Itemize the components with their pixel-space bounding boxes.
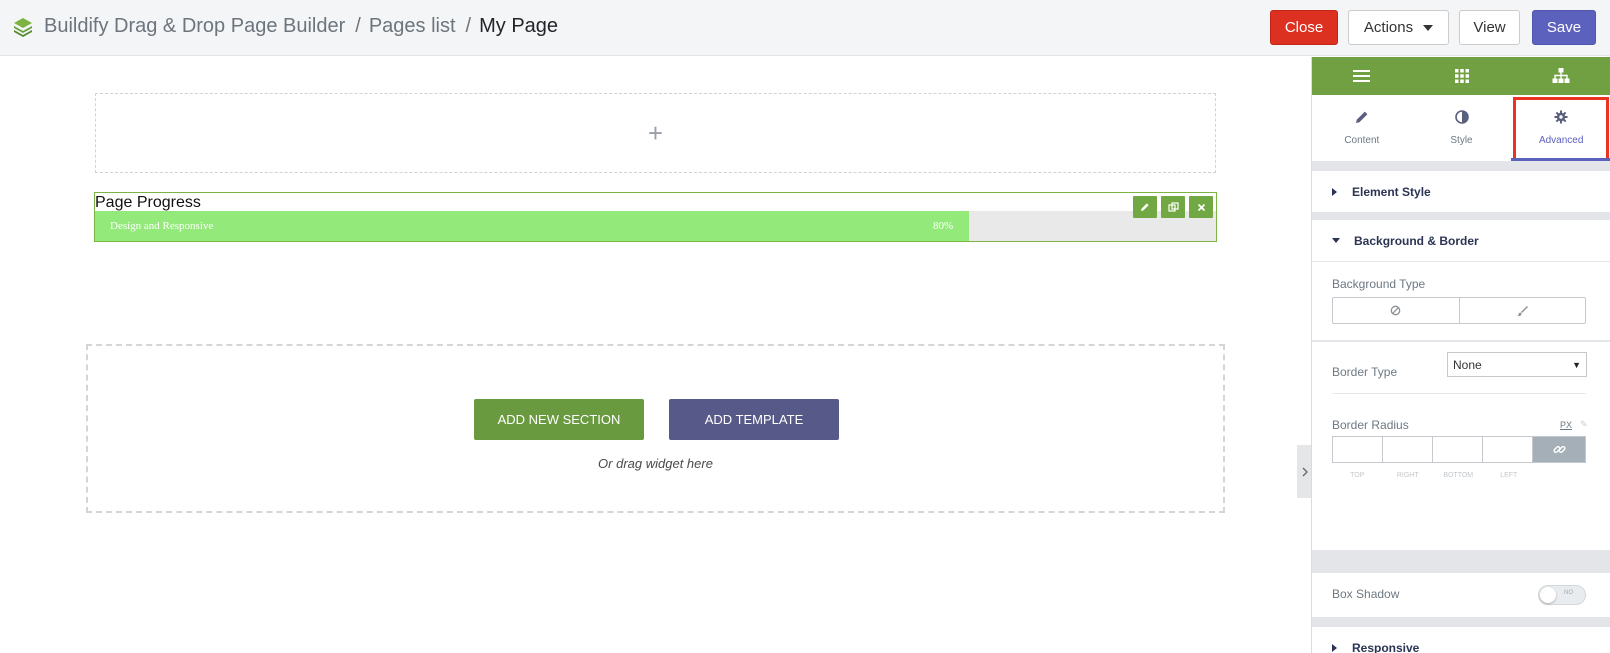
- box-shadow-toggle[interactable]: NO: [1538, 585, 1586, 605]
- section-responsive-label: Responsive: [1352, 640, 1420, 653]
- section-element-style[interactable]: Element Style: [1312, 171, 1610, 212]
- actions-dropdown-button[interactable]: Actions: [1348, 10, 1449, 45]
- progress-bar-fill: Design and Responsive 80%: [95, 211, 969, 241]
- view-button[interactable]: View: [1459, 10, 1520, 45]
- breadcrumb-separator: /: [355, 15, 361, 37]
- border-radius-label: Border Radius: [1332, 418, 1409, 432]
- dim-label-bottom: BOTTOM: [1443, 472, 1474, 479]
- save-button[interactable]: Save: [1532, 10, 1596, 45]
- drag-hint: Or drag widget here: [598, 456, 713, 471]
- radius-right-input[interactable]: [1383, 437, 1433, 462]
- menu-icon[interactable]: [1312, 57, 1412, 95]
- view-button-label: View: [1473, 19, 1506, 36]
- widget-title: Page Progress: [95, 194, 201, 211]
- panel-tabs: Content Style Advanced: [1312, 95, 1610, 161]
- divider: [1332, 393, 1586, 394]
- actions-button-label: Actions: [1363, 19, 1414, 36]
- border-controls: Border Type None ▼ Border Radius PX ✎ TO…: [1312, 342, 1610, 550]
- tab-content[interactable]: Content: [1312, 95, 1412, 161]
- ban-icon: [1390, 305, 1401, 316]
- radius-bottom-input[interactable]: [1433, 437, 1483, 462]
- border-type-label: Border Type: [1332, 365, 1398, 379]
- unit-edit-icon: ✎: [1580, 419, 1588, 429]
- box-shadow-label: Box Shadow: [1332, 587, 1400, 601]
- widget-toolbar: [1133, 196, 1213, 218]
- add-template-label: ADD TEMPLATE: [704, 412, 804, 427]
- breadcrumb: Buildify Drag & Drop Page Builder / Page…: [12, 15, 558, 38]
- progress-widget[interactable]: Page Progress Design and Responsive 80%: [94, 192, 1217, 242]
- border-radius-inputs: [1332, 436, 1586, 463]
- dim-label-right: RIGHT: [1396, 472, 1419, 479]
- tab-advanced[interactable]: Advanced: [1511, 95, 1610, 161]
- radius-left-input[interactable]: [1483, 437, 1533, 462]
- editor-panel: Content Style Advanced Element Style Bac…: [1311, 57, 1610, 653]
- add-new-section-label: ADD NEW SECTION: [497, 412, 621, 427]
- panel-nav: [1312, 57, 1610, 95]
- background-type-choices: [1332, 297, 1586, 324]
- dim-label-top: TOP: [1350, 472, 1365, 479]
- progress-bar-track: Design and Responsive 80%: [95, 211, 1216, 241]
- panel-collapse-handle[interactable]: [1297, 445, 1312, 498]
- toggle-knob: [1540, 587, 1556, 603]
- page-title: My Page: [479, 15, 559, 37]
- section-responsive[interactable]: Responsive: [1312, 627, 1610, 653]
- plus-icon[interactable]: +: [648, 120, 663, 146]
- border-type-select[interactable]: None ▼: [1447, 352, 1587, 377]
- unit-px-option[interactable]: PX: [1560, 420, 1572, 430]
- pages-list-link[interactable]: Pages list: [369, 15, 456, 38]
- section-background-border-label: Background & Border: [1354, 233, 1479, 248]
- toggle-state-text: NO: [1564, 590, 1573, 596]
- pencil-icon: [1355, 110, 1369, 127]
- caret-right-icon: [1332, 643, 1337, 652]
- add-section-area[interactable]: ADD NEW SECTION ADD TEMPLATE Or drag wid…: [86, 344, 1225, 513]
- progress-percent: 80%: [933, 220, 954, 232]
- caret-down-icon: [1332, 238, 1340, 243]
- tab-style-label: Style: [1450, 135, 1473, 146]
- link-values-icon[interactable]: [1533, 437, 1585, 462]
- widgets-grid-icon[interactable]: [1412, 57, 1512, 95]
- caret-down-icon: [1423, 24, 1434, 31]
- box-shadow-control: Box Shadow NO: [1312, 573, 1610, 617]
- background-type-control: Background Type: [1312, 262, 1610, 340]
- section-element-style-label: Element Style: [1352, 184, 1431, 199]
- radius-top-input[interactable]: [1333, 437, 1383, 462]
- breadcrumb-separator: /: [465, 15, 472, 37]
- delete-icon[interactable]: [1189, 196, 1213, 218]
- radius-dimension-labels: TOP RIGHT BOTTOM LEFT: [1332, 472, 1586, 479]
- close-button-label: Close: [1284, 19, 1324, 36]
- background-type-label: Background Type: [1332, 277, 1426, 291]
- navigator-sitemap-icon[interactable]: [1511, 57, 1610, 95]
- progress-bar-label: Design and Responsive: [110, 220, 214, 232]
- app-name-link[interactable]: Buildify Drag & Drop Page Builder: [44, 15, 345, 38]
- close-button[interactable]: Close: [1270, 10, 1338, 45]
- highlight-box: [1513, 97, 1610, 161]
- duplicate-icon[interactable]: [1161, 196, 1185, 218]
- background-classic-option[interactable]: [1458, 298, 1586, 323]
- add-new-section-button[interactable]: ADD NEW SECTION: [474, 399, 644, 440]
- add-template-button[interactable]: ADD TEMPLATE: [669, 399, 839, 440]
- edit-icon[interactable]: [1133, 196, 1157, 218]
- tab-content-label: Content: [1344, 135, 1380, 146]
- contrast-icon: [1454, 110, 1469, 127]
- select-caret-icon: ▼: [1572, 359, 1581, 370]
- layers-logo-icon: [14, 17, 32, 37]
- border-type-value: None: [1453, 357, 1482, 372]
- background-none-option[interactable]: [1333, 298, 1459, 323]
- tab-style[interactable]: Style: [1412, 95, 1512, 161]
- section-background-border[interactable]: Background & Border: [1312, 220, 1610, 261]
- save-button-label: Save: [1546, 19, 1582, 36]
- paint-brush-icon: [1517, 305, 1529, 316]
- chevron-right-icon: [1302, 467, 1308, 476]
- empty-column-dropzone[interactable]: +: [95, 93, 1216, 173]
- caret-right-icon: [1332, 187, 1337, 196]
- top-bar: Buildify Drag & Drop Page Builder / Page…: [0, 0, 1610, 56]
- dim-label-left: LEFT: [1500, 472, 1518, 479]
